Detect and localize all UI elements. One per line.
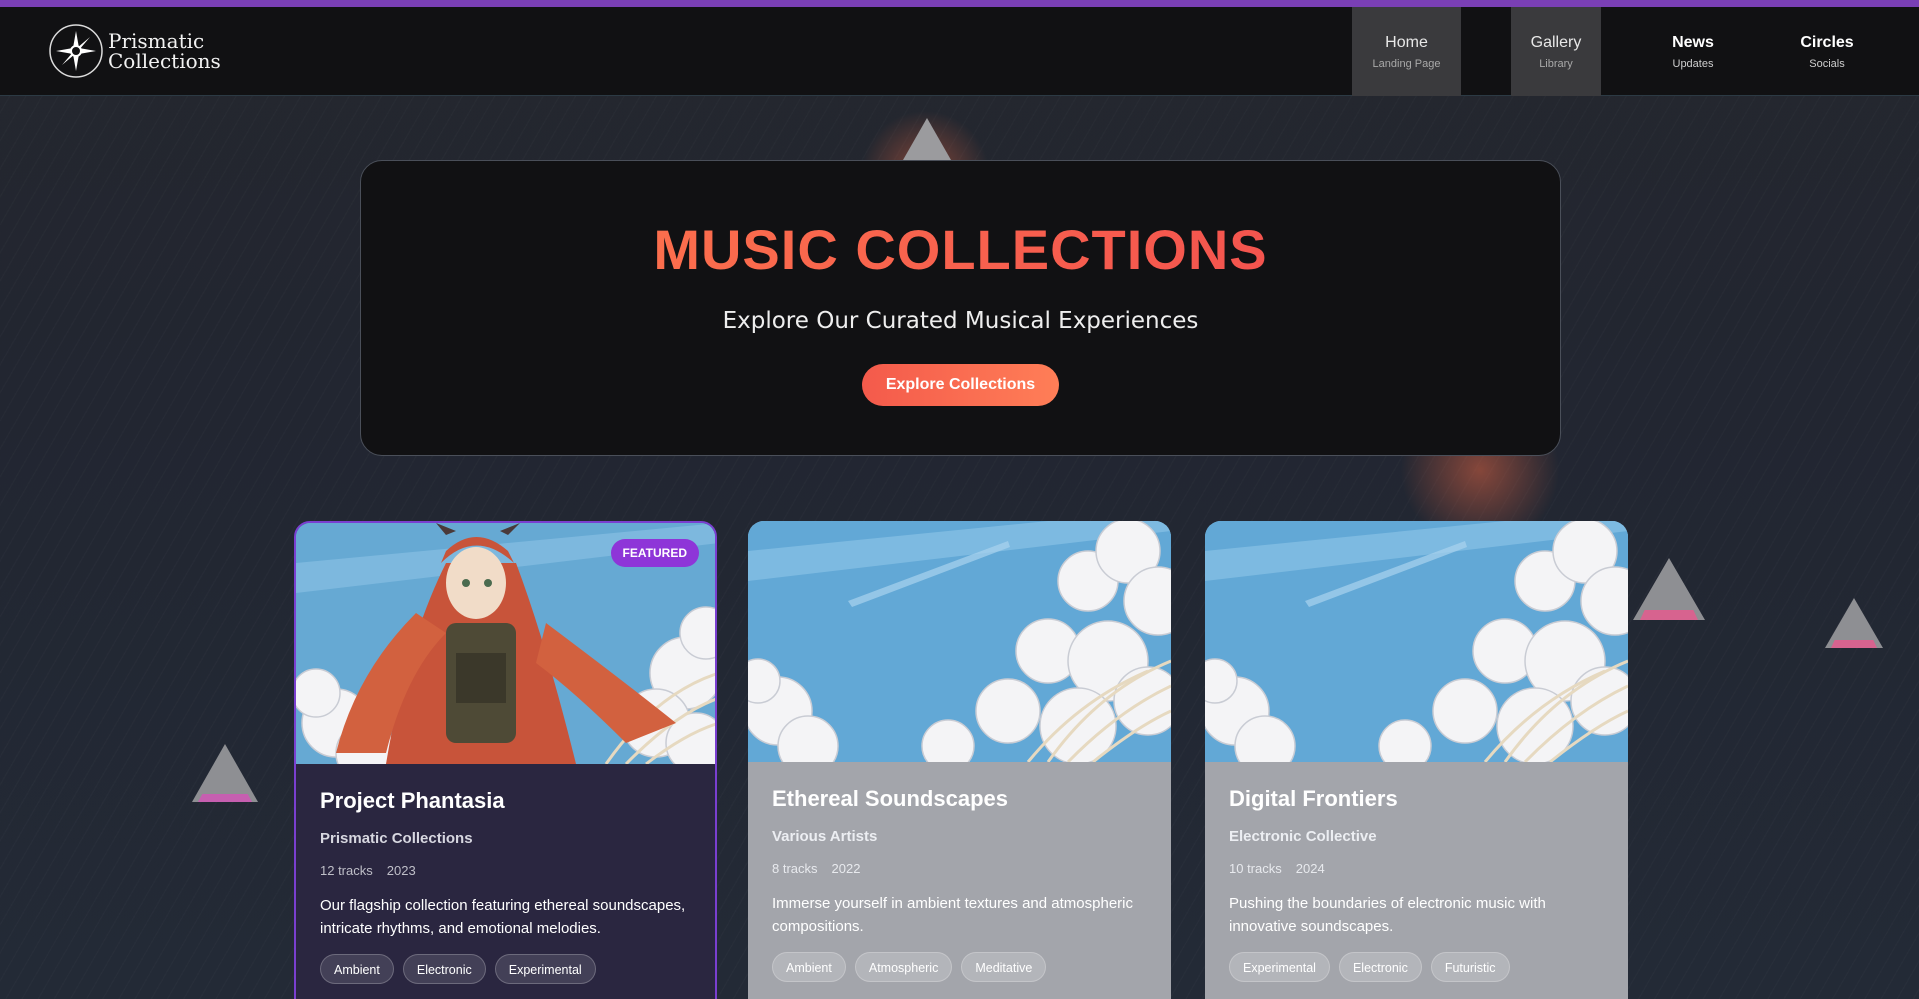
collection-cover-image <box>748 521 1171 762</box>
brand-name-line1: Prismatic <box>108 29 205 53</box>
brand-name-line2: Collections <box>108 49 221 73</box>
tag-chip[interactable]: Electronic <box>1338 952 1422 982</box>
tag-chip[interactable]: Meditative <box>961 952 1047 982</box>
card-title: Ethereal Soundscapes <box>772 786 1008 811</box>
sky-clouds-artwork <box>748 521 1171 762</box>
tag-list: Experimental Electronic Futuristic <box>1229 952 1604 982</box>
card-description: Pushing the boundaries of electronic mus… <box>1229 895 1546 935</box>
nav-news-title: News <box>1672 33 1714 51</box>
brand-logo[interactable]: Prismatic Collections <box>48 23 221 79</box>
sky-clouds-artwork <box>1205 521 1628 762</box>
nav-circles-subtitle: Socials <box>1809 57 1845 70</box>
nav-circles[interactable]: Circles Socials <box>1785 7 1869 96</box>
decorative-triangle-shade <box>1640 610 1698 620</box>
tag-chip[interactable]: Electronic <box>402 954 486 984</box>
tag-chip[interactable]: Atmospheric <box>854 952 953 982</box>
tag-chip[interactable]: Futuristic <box>1430 952 1510 982</box>
card-title: Project Phantasia <box>320 788 505 813</box>
decorative-triangle-shade <box>1831 640 1877 648</box>
card-description: Immerse yourself in ambient textures and… <box>772 895 1133 935</box>
card-artist: Prismatic Collections <box>320 830 473 847</box>
release-year: 2023 <box>386 863 416 878</box>
featured-badge: FEATURED <box>610 539 699 567</box>
release-year: 2024 <box>1295 861 1325 876</box>
nav-circles-title: Circles <box>1800 33 1854 51</box>
track-count: 8 tracks <box>772 861 818 876</box>
brand-name: Prismatic Collections <box>108 31 221 71</box>
track-count: 12 tracks <box>320 863 373 878</box>
nav-gallery-title: Gallery <box>1530 33 1582 51</box>
card-body: Ethereal Soundscapes Various Artists 8 t… <box>748 762 1171 982</box>
card-artist: Electronic Collective <box>1229 828 1377 845</box>
tag-chip[interactable]: Ambient <box>320 954 394 984</box>
hero-subtitle: Explore Our Curated Musical Experiences <box>722 308 1199 334</box>
card-body: Project Phantasia Prismatic Collections … <box>296 764 715 984</box>
tag-list: Ambient Atmospheric Meditative <box>772 952 1147 982</box>
page-title: MUSIC COLLECTIONS <box>361 217 1560 282</box>
top-accent-bar <box>0 0 1919 7</box>
tag-chip[interactable]: Ambient <box>772 952 846 982</box>
card-meta: 12 tracks 2023 <box>320 863 691 878</box>
tag-chip[interactable]: Experimental <box>494 954 596 984</box>
collection-card-project-phantasia[interactable]: FEATURED Project Phantasia Prismatic Col… <box>294 521 717 999</box>
explore-collections-button[interactable]: Explore Collections <box>861 364 1060 406</box>
card-title: Digital Frontiers <box>1229 786 1398 811</box>
card-meta: 10 tracks 2024 <box>1229 861 1604 876</box>
nav-gallery-subtitle: Library <box>1539 57 1573 70</box>
collection-cover-image <box>1205 521 1628 762</box>
nav-news-subtitle: Updates <box>1672 57 1714 70</box>
nav-home-title: Home <box>1385 33 1428 51</box>
nav-gallery[interactable]: Gallery Library <box>1511 7 1601 96</box>
tag-list: Ambient Electronic Experimental <box>320 954 691 984</box>
top-navigation-bar: Prismatic Collections Home Landing Page … <box>0 7 1919 96</box>
card-description: Our flagship collection featuring ethere… <box>320 897 686 937</box>
release-year: 2022 <box>831 861 861 876</box>
hero-panel: MUSIC COLLECTIONS Explore Our Curated Mu… <box>360 160 1561 456</box>
nav-home-subtitle: Landing Page <box>1372 57 1441 70</box>
nav-home[interactable]: Home Landing Page <box>1352 7 1461 96</box>
card-body: Digital Frontiers Electronic Collective … <box>1205 762 1628 982</box>
card-meta: 8 tracks 2022 <box>772 861 1147 876</box>
collection-card-digital-frontiers[interactable]: Digital Frontiers Electronic Collective … <box>1205 521 1628 999</box>
track-count: 10 tracks <box>1229 861 1282 876</box>
collection-card-ethereal-soundscapes[interactable]: Ethereal Soundscapes Various Artists 8 t… <box>748 521 1171 999</box>
tag-chip[interactable]: Experimental <box>1229 952 1330 982</box>
collection-cover-image: FEATURED <box>296 523 715 764</box>
card-artist: Various Artists <box>772 828 878 845</box>
prism-logo-icon <box>49 24 103 78</box>
decorative-triangle <box>192 744 258 802</box>
nav-news[interactable]: News Updates <box>1650 7 1736 96</box>
decorative-triangle-shade <box>198 794 252 802</box>
decorative-triangle <box>903 118 951 160</box>
